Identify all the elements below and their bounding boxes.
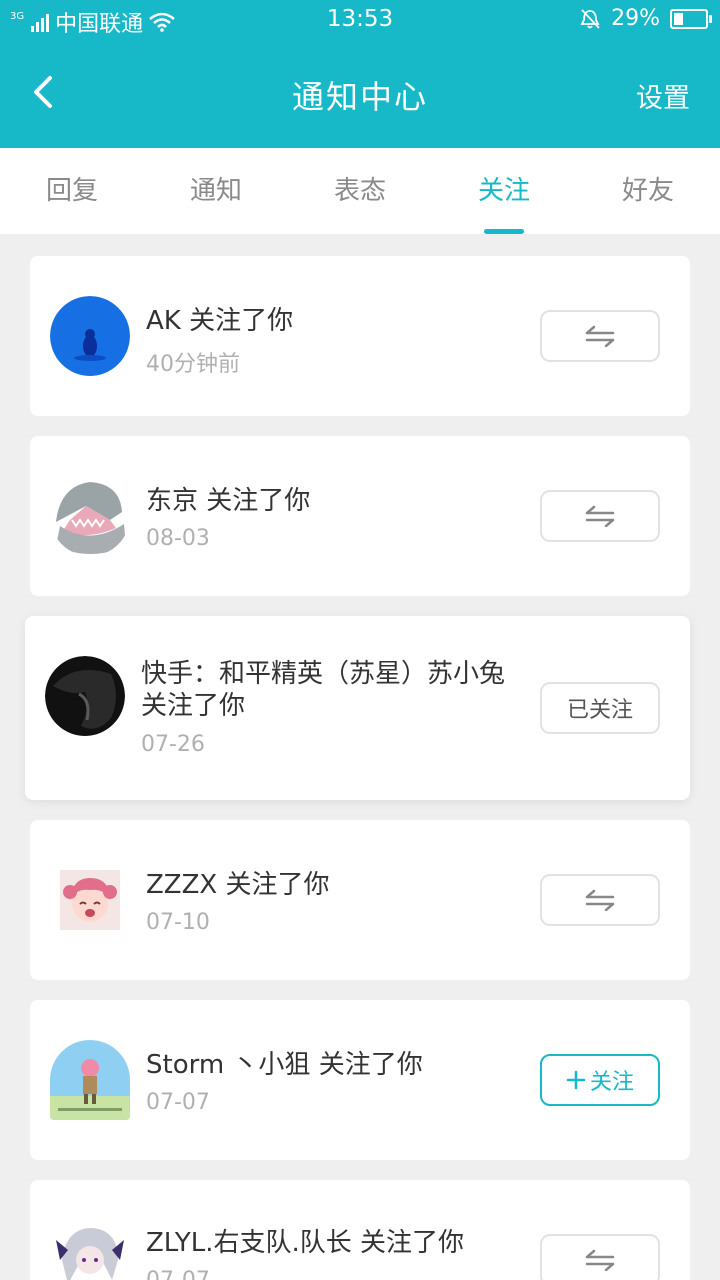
settings-button[interactable]: 设置 (636, 76, 690, 115)
notification-time: 08-03 (146, 526, 210, 551)
tab-friends[interactable]: 好友 (576, 148, 720, 234)
mutual-follow-button[interactable] (540, 874, 660, 926)
mutual-follow-icon (585, 1249, 615, 1271)
mutual-follow-button[interactable] (540, 490, 660, 542)
list-item[interactable]: ZLYL.右支队.队长 关注了你 07-07 (30, 1180, 690, 1280)
status-bar: 3G 中国联通 13:53 29% ⚡ (0, 0, 720, 40)
status-right: 29% ⚡ (579, 6, 712, 31)
mutual-follow-icon (585, 325, 615, 347)
tab-follows-label: 关注 (477, 176, 530, 206)
list-item[interactable]: ZZZX 关注了你 07-10 (30, 820, 690, 980)
tab-reactions[interactable]: 表态 (288, 148, 432, 234)
notification-text: ZLYL.右支队.队长 关注了你 (146, 1228, 465, 1258)
mutual-follow-button[interactable] (540, 1234, 660, 1280)
notification-text: ZZZX 关注了你 (146, 870, 330, 900)
active-tab-indicator (484, 229, 524, 234)
tab-notice[interactable]: 通知 (144, 148, 288, 234)
mutual-follow-button[interactable] (540, 310, 660, 362)
avatar[interactable] (50, 1040, 130, 1120)
notification-time: 07-10 (146, 910, 210, 935)
alarm-off-icon (580, 8, 600, 29)
notification-time: 07-07 (146, 1268, 210, 1280)
app-header: 3G 中国联通 13:53 29% ⚡ 通知中心 设置 (0, 0, 720, 148)
battery-charging-icon: ⚡ (670, 8, 712, 29)
list-item[interactable]: AK 关注了你 40分钟前 (30, 256, 690, 416)
list-item[interactable]: 东京 关注了你 08-03 (30, 436, 690, 596)
avatar[interactable] (50, 1220, 130, 1280)
battery-percent: 29% (611, 6, 660, 31)
avatar[interactable] (60, 870, 120, 930)
list-item[interactable]: 快手：和平精英（苏星）苏小兔 关注了你 07-26 已关注 (25, 616, 690, 800)
followed-button[interactable]: 已关注 (540, 682, 660, 734)
notification-time: 40分钟前 (146, 352, 240, 377)
mutual-follow-icon (585, 505, 615, 527)
tab-follows[interactable]: 关注 (432, 148, 576, 234)
mutual-follow-icon (585, 889, 615, 911)
avatar[interactable] (45, 656, 125, 736)
notification-time: 07-26 (141, 732, 205, 757)
notification-text: 快手：和平精英（苏星）苏小兔 关注了你 (141, 659, 506, 721)
avatar[interactable] (50, 296, 130, 376)
notification-text: 东京 关注了你 (146, 486, 311, 516)
follow-button-label: 关注 (589, 1070, 634, 1095)
tab-bar: 回复 通知 表态 关注 好友 (0, 148, 720, 234)
tab-reply[interactable]: 回复 (0, 148, 144, 234)
notification-text: Storm 丶小狙 关注了你 (146, 1050, 423, 1080)
page-title: 通知中心 (291, 78, 428, 116)
notification-text: AK 关注了你 (146, 306, 294, 336)
follow-button[interactable]: 关注 (540, 1054, 660, 1106)
notification-time: 07-07 (146, 1090, 210, 1115)
avatar[interactable] (50, 476, 130, 556)
plus-icon (566, 1070, 586, 1090)
list-item[interactable]: Storm 丶小狙 关注了你 07-07 关注 (30, 1000, 690, 1160)
